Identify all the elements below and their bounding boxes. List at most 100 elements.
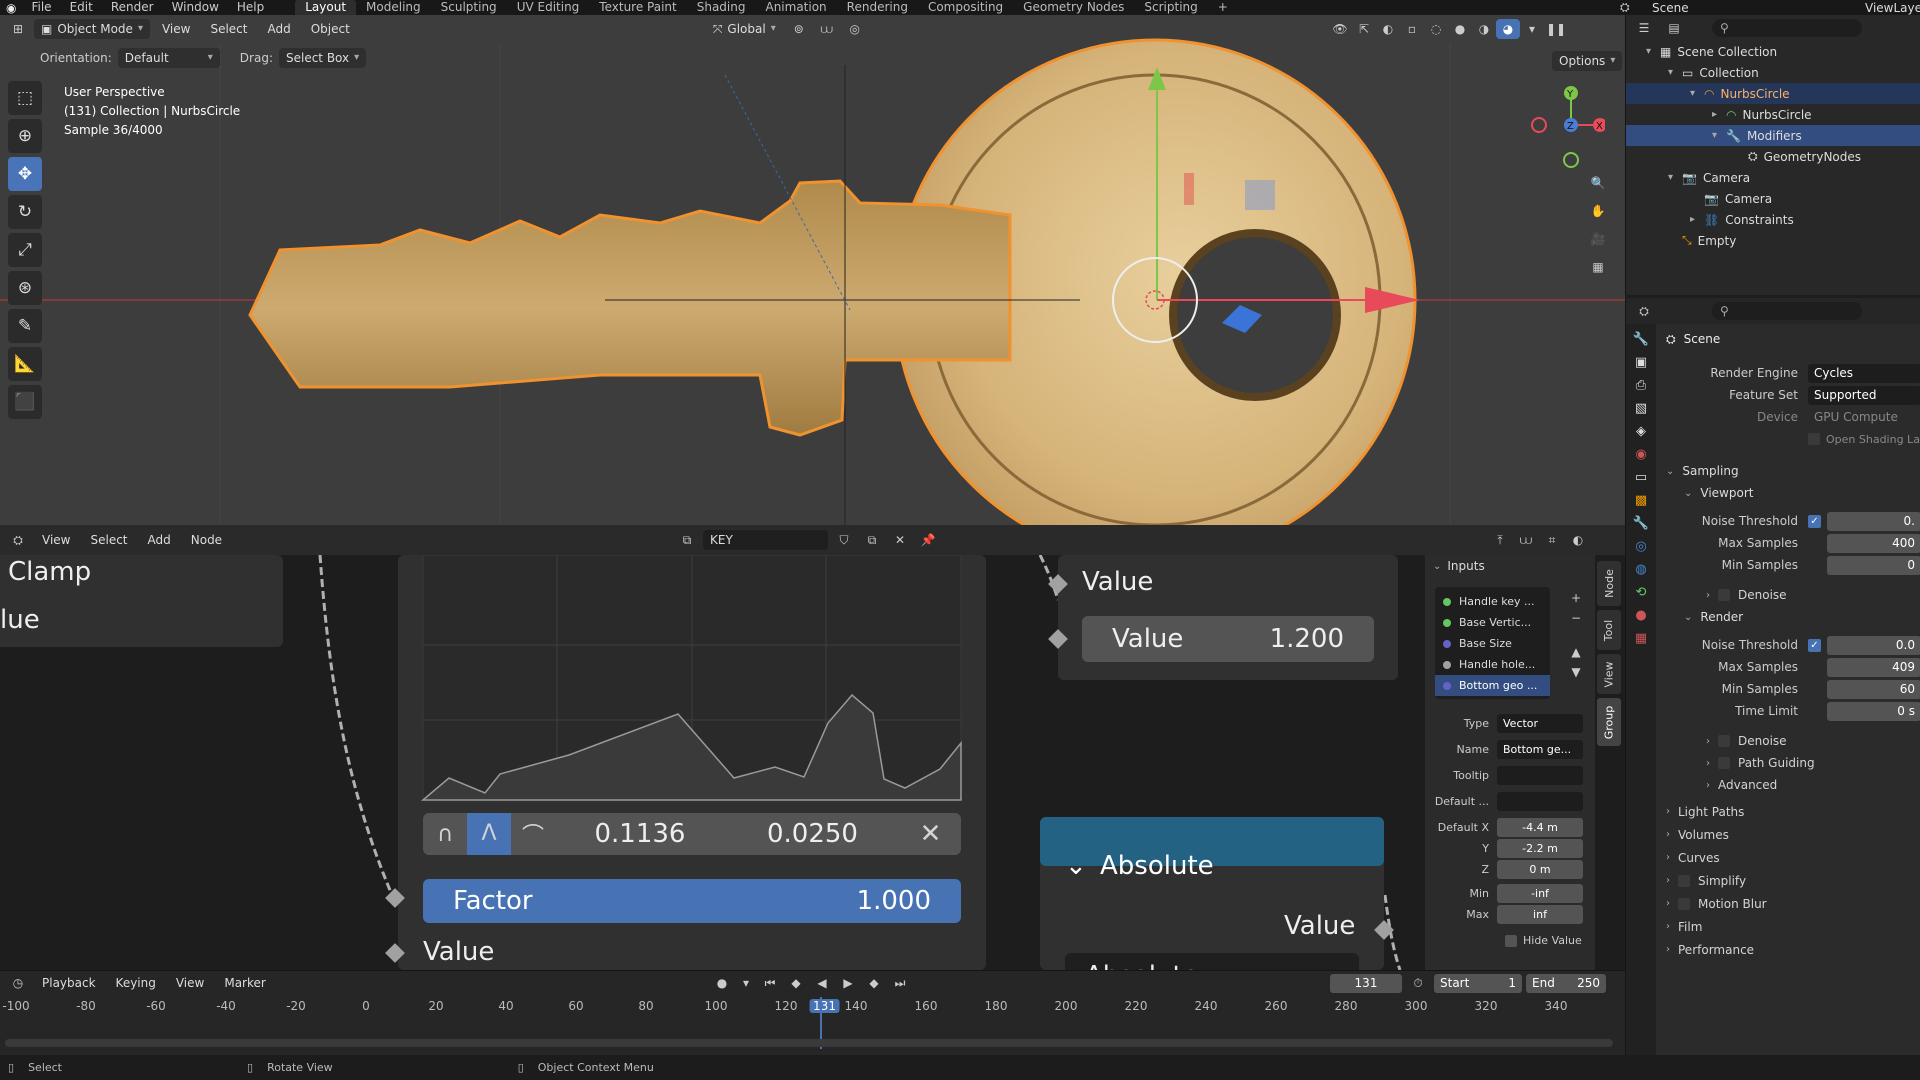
scale-tool-icon[interactable]: ⤢ <box>8 233 42 267</box>
curve-point-y[interactable]: 0.0250 <box>725 819 900 849</box>
open-shading-checkbox[interactable] <box>1808 433 1820 445</box>
list-item[interactable]: Base Vertic... <box>1435 612 1550 633</box>
transform-tool-icon[interactable]: ⊛ <box>8 271 42 305</box>
annotate-tool-icon[interactable]: ✎ <box>8 309 42 343</box>
panel-checkbox[interactable] <box>1678 897 1690 910</box>
value-field[interactable]: Value 1.200 <box>1082 616 1374 662</box>
vp-max-samples-field[interactable]: 400 <box>1827 533 1920 553</box>
chevron-down-icon[interactable]: ▾ <box>736 973 756 993</box>
view-layer-name[interactable]: ViewLayer <box>1865 1 1920 15</box>
timeline-menu-playback[interactable]: Playback <box>34 976 104 990</box>
feature-set-dropdown[interactable]: Supported <box>1808 385 1920 405</box>
timeline[interactable]: ◷ Playback Keying View Marker ● ▾ ⏮ ◆ ◀ … <box>0 970 1625 1055</box>
time-limit-field[interactable]: 0 s <box>1827 701 1920 721</box>
timeline-editor-icon[interactable]: ◷ <box>6 973 30 993</box>
node-tree-icon[interactable]: ⧉ <box>675 530 699 550</box>
jump-start-icon[interactable]: ⏮ <box>758 973 782 993</box>
r-min-samples-field[interactable]: 60 <box>1827 679 1920 699</box>
parent-tree-icon[interactable]: ⤒ <box>1488 530 1512 550</box>
default-attr-field[interactable] <box>1497 792 1583 811</box>
vp-denoise-panel-header[interactable]: › Denoise <box>1626 584 1920 606</box>
timeline-scrollbar[interactable] <box>5 1039 1613 1047</box>
options-button[interactable]: Options ▾ <box>1552 51 1623 71</box>
tab-node[interactable]: Node <box>1597 561 1621 606</box>
zoom-icon[interactable]: 🔍 <box>1586 173 1610 193</box>
outliner-row[interactable]: ▾ ▭ Collection <box>1626 62 1920 83</box>
outliner-row[interactable]: ▸ ◠ NurbsCircle <box>1626 104 1920 125</box>
visibility-icon[interactable]: 👁 <box>1328 19 1352 39</box>
play-icon[interactable]: ▶ <box>836 973 860 993</box>
add-cube-tool-icon[interactable]: ⬛ <box>8 385 42 419</box>
mode-dropdown[interactable]: ▣ Object Mode ▾ <box>34 19 150 39</box>
drag-dropdown[interactable]: Select Box ▾ <box>278 48 367 68</box>
current-frame-indicator[interactable]: 131 <box>809 999 840 1013</box>
tab-compositing[interactable]: Compositing <box>918 0 1013 15</box>
editor-type-icon[interactable]: ⊞ <box>6 19 30 39</box>
menu-help[interactable]: Help <box>228 0 273 15</box>
scene-name[interactable]: Scene <box>1652 1 1689 15</box>
vp-denoise-checkbox[interactable] <box>1718 589 1730 601</box>
proportional-edit-icon[interactable]: ◎ <box>843 19 867 39</box>
timeline-menu-marker[interactable]: Marker <box>216 976 273 990</box>
list-item[interactable]: Base Size <box>1435 633 1550 654</box>
default-y-field[interactable]: -2.2 m <box>1497 839 1583 858</box>
list-item-active[interactable]: Bottom geo ... <box>1435 675 1550 696</box>
gizmo-toggle-icon[interactable]: ⇱ <box>1352 19 1376 39</box>
cursor-tool-icon[interactable]: ⊕ <box>8 119 42 153</box>
name-field[interactable]: Bottom ge... <box>1497 740 1583 759</box>
node-editor[interactable]: ⛭ View Select Add Node ⧉ KEY ⛉ ⧉ ✕ 📌 ⤒ ⩊… <box>0 525 1625 970</box>
rotate-tool-icon[interactable]: ↻ <box>8 195 42 229</box>
panel-header-curves[interactable]: › Curves <box>1626 846 1920 869</box>
start-frame-field[interactable]: Start 1 <box>1434 973 1522 993</box>
tooltip-field[interactable] <box>1497 766 1583 785</box>
min-field[interactable]: -inf <box>1497 884 1583 903</box>
default-x-field[interactable]: -4.4 m <box>1497 818 1583 837</box>
tab-rendering[interactable]: Rendering <box>837 0 918 15</box>
gizmo-plane-handle[interactable] <box>1245 180 1275 210</box>
xray-icon[interactable]: ▫ <box>1400 19 1424 39</box>
render-engine-dropdown[interactable]: Cycles <box>1808 363 1920 383</box>
absolute-collapse-icon[interactable]: ⌄ <box>1065 851 1087 881</box>
add-icon[interactable]: + <box>1567 589 1585 607</box>
vp-min-samples-field[interactable]: 0 <box>1827 555 1920 575</box>
list-item[interactable]: Handle hole... <box>1435 654 1550 675</box>
menu-select[interactable]: Select <box>202 22 255 36</box>
menu-view[interactable]: View <box>154 22 198 36</box>
device-dropdown[interactable]: GPU Compute <box>1808 407 1920 427</box>
record-icon[interactable]: ● <box>710 973 734 993</box>
move-tool-icon[interactable]: ✥ <box>8 157 42 191</box>
nav-neg-x[interactable] <box>1531 117 1547 133</box>
pan-hand-icon[interactable]: ✋ <box>1586 201 1610 221</box>
panel-header-volumes[interactable]: › Volumes <box>1626 823 1920 846</box>
tab-uv-editing[interactable]: UV Editing <box>507 0 590 15</box>
timeline-menu-view[interactable]: View <box>168 976 212 990</box>
panel-checkbox[interactable] <box>1678 874 1690 887</box>
properties-editor[interactable]: ⛭ ⚲ 🔧 ▣ ⎙ ▧ ◈ ◉ ▭ ▩ 🔧 ◎ ◍ ⟲ ● ▦ ⛭ Scene … <box>1625 298 1920 1080</box>
outliner-row[interactable]: ⤡ Empty <box>1626 230 1920 251</box>
rendered-shading-icon[interactable]: ◕ <box>1496 19 1520 39</box>
tab-sculpting[interactable]: Sculpting <box>431 0 507 15</box>
wireframe-shading-icon[interactable]: ◌ <box>1424 19 1448 39</box>
snap-icon[interactable]: ⩊ <box>815 19 839 39</box>
tab-animation[interactable]: Animation <box>755 0 836 15</box>
disclosure-triangle-icon[interactable]: ▸ <box>1690 214 1704 225</box>
sampling-panel-header[interactable]: ⌄ Sampling <box>1626 460 1920 482</box>
menu-file[interactable]: File <box>22 0 60 15</box>
jump-end-icon[interactable]: ⏭ <box>888 973 912 993</box>
tab-geometry-nodes[interactable]: Geometry Nodes <box>1013 0 1134 15</box>
disclosure-triangle-icon[interactable]: ▾ <box>1690 88 1704 99</box>
orientation-dropdown[interactable]: Default ▾ <box>117 48 220 68</box>
absolute-dropdown[interactable]: Absolute ⌄ <box>1065 953 1359 970</box>
jump-key-forward-icon[interactable]: ◆ <box>862 973 886 993</box>
panel-header-film[interactable]: › Film <box>1626 915 1920 938</box>
measure-tool-icon[interactable]: 📐 <box>8 347 42 381</box>
tab-tool[interactable]: Tool <box>1597 610 1621 650</box>
outliner-search-input[interactable]: ⚲ <box>1712 19 1862 37</box>
add-workspace-button[interactable]: + <box>1208 0 1238 15</box>
disclosure-triangle-icon[interactable]: ▸ <box>1712 109 1726 120</box>
3d-viewport[interactable]: ⊞ ▣ Object Mode ▾ View Select Add Object… <box>0 15 1625 525</box>
pin-icon[interactable]: 📌 <box>916 530 940 550</box>
panel-header-motion-blur[interactable]: › Motion Blur <box>1626 892 1920 915</box>
outliner-row[interactable]: 📷 Camera <box>1626 188 1920 209</box>
key-shaft[interactable] <box>248 179 1012 437</box>
